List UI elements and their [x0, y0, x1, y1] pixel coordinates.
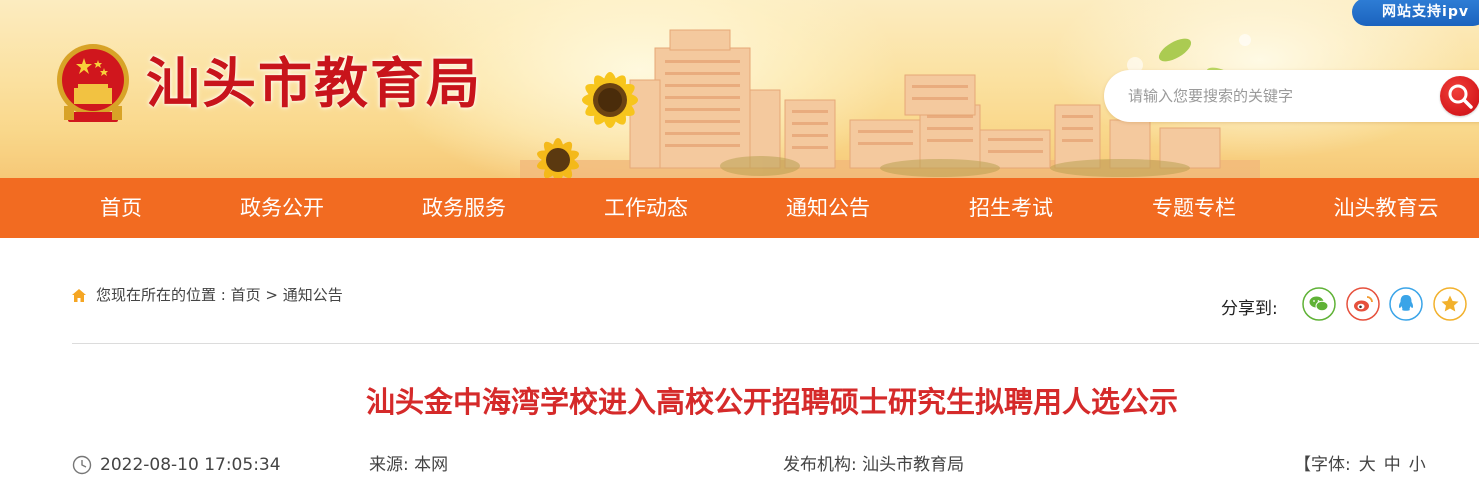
- font-size-medium-button[interactable]: 中: [1384, 455, 1401, 475]
- share-label: 分享到:: [1221, 299, 1278, 319]
- nav-item-edu-cloud[interactable]: 汕头教育云: [1320, 178, 1452, 238]
- site-title[interactable]: 汕头市教育局: [146, 50, 482, 116]
- nav-item-topics[interactable]: 专题专栏: [1138, 178, 1250, 238]
- nav-item-notices[interactable]: 通知公告: [772, 178, 884, 238]
- breadcrumb-home-link[interactable]: 首页: [231, 286, 261, 304]
- ipv6-support-badge[interactable]: 网站支持ipv: [1352, 0, 1479, 26]
- article-publisher: 发布机构: 汕头市教育局: [783, 455, 965, 475]
- share-weibo-button[interactable]: [1346, 287, 1380, 321]
- font-size-small-button[interactable]: 小: [1409, 455, 1426, 475]
- main-nav: 首页 政务公开 政务服务 工作动态 通知公告 招生考试 专题专栏 汕头教育云: [0, 178, 1479, 238]
- weibo-icon: [1346, 287, 1380, 321]
- article-title: 汕头金中海湾学校进入高校公开招聘硕士研究生拟聘用人选公示: [365, 385, 1178, 419]
- nav-item-work-news[interactable]: 工作动态: [590, 178, 702, 238]
- search-icon: [1448, 84, 1473, 109]
- search-input[interactable]: [1128, 83, 1428, 109]
- qq-icon: [1389, 287, 1423, 321]
- font-size-large-button[interactable]: 大: [1359, 455, 1376, 475]
- nav-item-home[interactable]: 首页: [72, 178, 170, 238]
- share-qq-button[interactable]: [1389, 287, 1423, 321]
- home-icon: [72, 289, 86, 302]
- content-divider: [72, 343, 1479, 344]
- national-emblem-icon: [57, 44, 129, 122]
- nav-item-gov-affairs[interactable]: 政务公开: [226, 178, 338, 238]
- wechat-icon: [1302, 287, 1336, 321]
- qzone-star-icon: [1433, 287, 1467, 321]
- share-qzone-button[interactable]: [1433, 287, 1467, 321]
- search-button[interactable]: [1440, 76, 1479, 116]
- clock-icon: [72, 455, 92, 475]
- nav-item-gov-services[interactable]: 政务服务: [408, 178, 520, 238]
- font-size-switcher: 【字体: 大中小: [1294, 453, 1426, 477]
- article-source: 来源: 本网: [369, 455, 449, 475]
- breadcrumb-current-link[interactable]: 通知公告: [283, 286, 343, 304]
- nav-item-admissions[interactable]: 招生考试: [955, 178, 1067, 238]
- breadcrumb-prefix: 您现在所在的位置 :: [96, 286, 231, 304]
- share-wechat-button[interactable]: [1302, 287, 1336, 321]
- breadcrumb-separator: >: [260, 286, 283, 304]
- search-box: [1104, 70, 1479, 122]
- article-datetime-value: 2022-08-10 17:05:34: [100, 455, 281, 475]
- font-size-label: 【字体:: [1294, 455, 1351, 475]
